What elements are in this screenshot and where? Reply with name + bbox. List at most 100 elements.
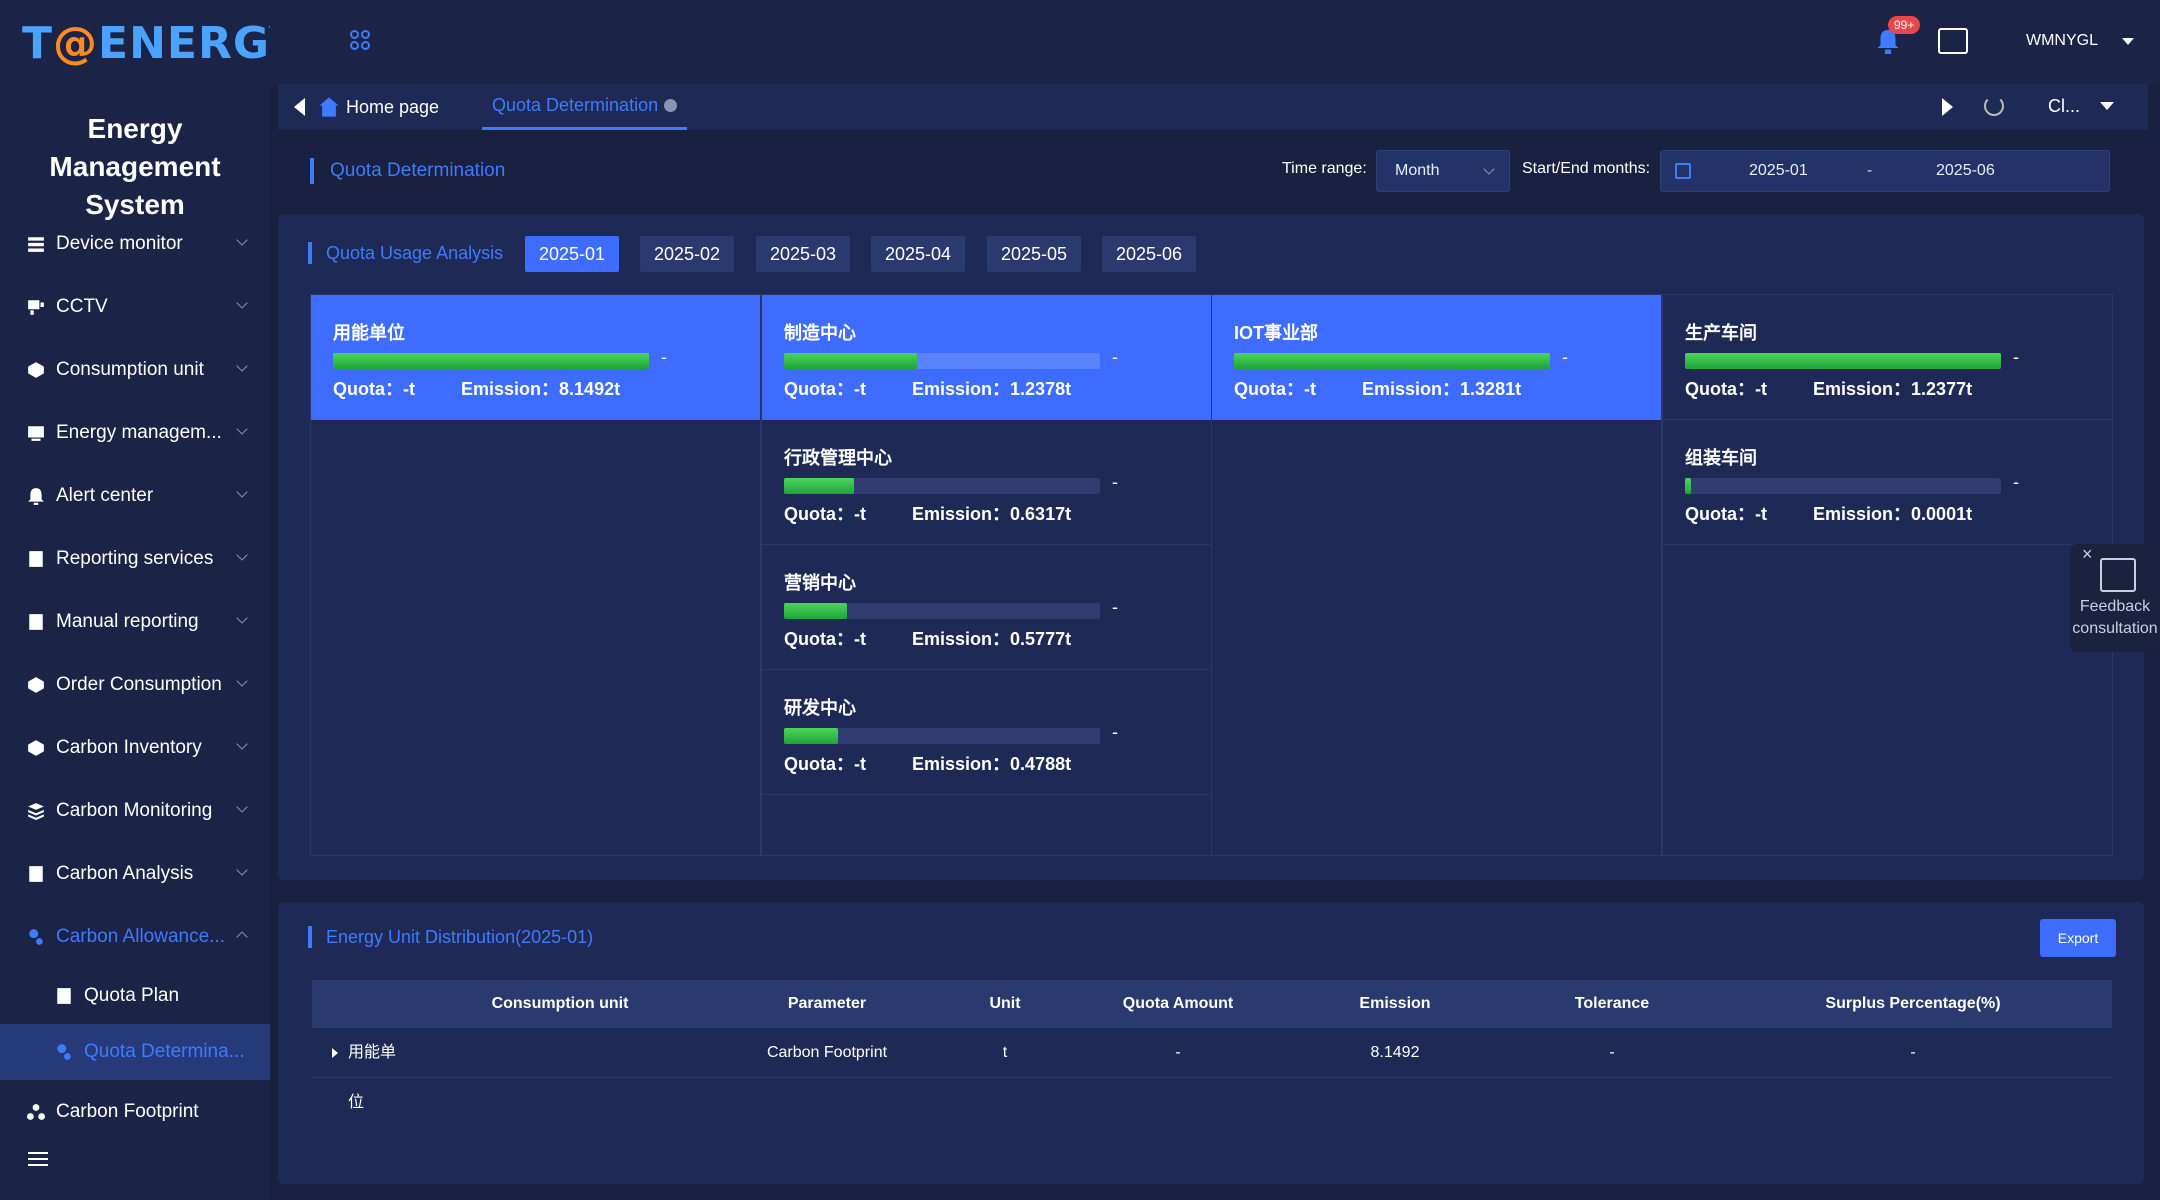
unit-card[interactable]: 组装车间 - Quota：-t Emission：0.0001t (1663, 420, 2112, 545)
sidebar-item-consumption-unit[interactable]: Consumption unit (0, 338, 270, 401)
range-separator: - (1867, 162, 1873, 179)
bell-icon (26, 486, 46, 506)
brand-logo[interactable]: T@ENERGY (22, 18, 302, 69)
chart-icon (26, 423, 46, 443)
sidebar-item-carbon-monitoring[interactable]: Carbon Monitoring (0, 779, 270, 842)
progress-bar (784, 728, 1100, 744)
month-tab-2025-06[interactable]: 2025-06 (1102, 236, 1197, 272)
calendar-icon (1675, 163, 1691, 179)
unit-column: 制造中心 - Quota：-t Emission：1.2378t 行政管理中心 … (761, 294, 1212, 856)
progress-fill (784, 478, 854, 494)
sidebar-item-carbon-footprint[interactable]: Carbon Footprint (0, 1080, 270, 1143)
layers-icon (26, 801, 46, 821)
page-title: Quota Determination (310, 158, 505, 184)
analysis-icon (26, 864, 46, 884)
export-button[interactable]: Export (2040, 919, 2116, 957)
plan-icon (54, 986, 74, 1006)
sidebar-item-reporting-services[interactable]: Reporting services (0, 527, 270, 590)
month-tab-2025-05[interactable]: 2025-05 (987, 236, 1082, 272)
notification-badge: 99+ (1888, 16, 1921, 34)
month-tab-2025-02[interactable]: 2025-02 (640, 236, 735, 272)
end-month-input[interactable]: 2025-06 (1936, 162, 1995, 180)
chevron-down-icon (236, 801, 248, 813)
sidebar-item-carbon-inventory[interactable]: Carbon Inventory (0, 716, 270, 779)
tab-home[interactable]: Home page (318, 84, 439, 130)
unit-card[interactable]: 营销中心 - Quota：-t Emission：0.5777t (762, 545, 1211, 670)
menu-collapse-icon[interactable] (28, 1152, 48, 1172)
image-icon[interactable] (1938, 28, 1968, 54)
progress-fill (1234, 353, 1550, 369)
distribution-title: Energy Unit Distribution(2025-01) (308, 926, 593, 948)
user-menu-caret-icon[interactable] (2122, 38, 2134, 45)
home-icon (319, 97, 339, 117)
chevron-down-icon (236, 234, 248, 246)
progress-fill (333, 353, 649, 369)
time-range-select[interactable]: Month (1376, 150, 1510, 192)
feedback-consultation-widget[interactable]: × Feedback consultation (2070, 544, 2160, 652)
tab-close-icon[interactable] (664, 99, 678, 112)
tab-scroll-left-icon[interactable] (294, 98, 305, 116)
column-header[interactable]: Quota Amount (1048, 980, 1308, 1028)
unit-column: 生产车间 - Quota：-t Emission：1.2377t 组装车间 - … (1662, 294, 2113, 856)
progress-bar (784, 478, 1100, 494)
column-header[interactable]: Emission (1308, 980, 1482, 1028)
quota-icon (54, 1042, 74, 1062)
inventory-icon (26, 738, 46, 758)
sidebar-menu: Device monitor CCTV Consumption unit Ene… (0, 212, 270, 1143)
chevron-down-icon (236, 297, 248, 309)
sidebar-item-quota-plan[interactable]: Quota Plan (0, 968, 270, 1024)
month-range-picker[interactable]: 2025-01 - 2025-06 (1660, 150, 2110, 192)
sidebar-item-carbon-analysis[interactable]: Carbon Analysis (0, 842, 270, 905)
table-header: Consumption unit Parameter Unit Quota Am… (312, 980, 2112, 1028)
month-tab-2025-01[interactable]: 2025-01 (525, 236, 620, 272)
quota-usage-title: Quota Usage Analysis (308, 242, 503, 264)
unit-card[interactable]: 生产车间 - Quota：-t Emission：1.2377t (1663, 295, 2112, 420)
username[interactable]: WMNYGL (2026, 32, 2098, 50)
unit-card[interactable]: IOT事业部 - Quota：-t Emission：1.3281t (1212, 295, 1661, 420)
close-tabs-caret-icon[interactable] (2100, 102, 2114, 110)
month-tab-2025-04[interactable]: 2025-04 (871, 236, 966, 272)
close-icon[interactable]: × (2082, 544, 2093, 565)
sidebar-item-alert-center[interactable]: Alert center (0, 464, 270, 527)
sidebar-item-carbon-allowance[interactable]: Carbon Allowance... (0, 905, 270, 968)
chevron-down-icon (236, 549, 248, 561)
tab-quota-determination[interactable]: Quota Determination (482, 84, 688, 130)
sidebar-item-cctv[interactable]: CCTV (0, 275, 270, 338)
box-icon (26, 675, 46, 695)
refresh-icon[interactable] (1984, 96, 2004, 116)
apps-icon[interactable] (350, 30, 372, 52)
sidebar-item-order-consumption[interactable]: Order Consumption (0, 653, 270, 716)
tab-scroll-right-icon[interactable] (1942, 98, 1953, 116)
chevron-down-icon (236, 486, 248, 498)
unit-icon (26, 360, 46, 380)
sidebar-item-energy-management[interactable]: Energy managem... (0, 401, 270, 464)
unit-card[interactable]: 制造中心 - Quota：-t Emission：1.2378t (762, 295, 1211, 420)
progress-bar (1685, 478, 2001, 494)
sidebar-item-device-monitor[interactable]: Device monitor (0, 212, 270, 275)
sidebar-item-manual-reporting[interactable]: Manual reporting (0, 590, 270, 653)
message-icon (2100, 558, 2136, 592)
start-end-label: Start/End months: (1522, 160, 1651, 177)
unit-card[interactable]: 研发中心 - Quota：-t Emission：0.4788t (762, 670, 1211, 795)
month-tab-2025-03[interactable]: 2025-03 (756, 236, 851, 272)
unit-card[interactable]: 行政管理中心 - Quota：-t Emission：0.6317t (762, 420, 1211, 545)
device-icon (26, 234, 46, 254)
progress-bar (1234, 353, 1550, 369)
start-month-input[interactable]: 2025-01 (1749, 162, 1808, 180)
column-header[interactable]: Parameter (692, 980, 962, 1028)
column-header[interactable]: Tolerance (1482, 980, 1742, 1028)
chevron-down-icon (236, 612, 248, 624)
close-tabs-menu[interactable]: Cl... (2048, 96, 2080, 117)
progress-bar (333, 353, 649, 369)
progress-fill (1685, 353, 2001, 369)
unit-card[interactable]: 用能单位 - Quota：-t Emission：8.1492t (311, 295, 760, 420)
sidebar-item-quota-determination[interactable]: Quota Determina... (0, 1024, 270, 1080)
expand-row-icon[interactable] (332, 1048, 338, 1058)
chevron-down-icon (236, 675, 248, 687)
column-header[interactable]: Unit (962, 980, 1048, 1028)
footprint-icon (26, 1102, 46, 1122)
column-header[interactable]: Surplus Percentage(%) (1742, 980, 2084, 1028)
table-row[interactable]: 用能单位 Carbon Footprint t - 8.1492 - - (312, 1028, 2112, 1111)
top-bar: 99+ WMNYGL (270, 0, 2160, 84)
chevron-down-icon (236, 423, 248, 435)
